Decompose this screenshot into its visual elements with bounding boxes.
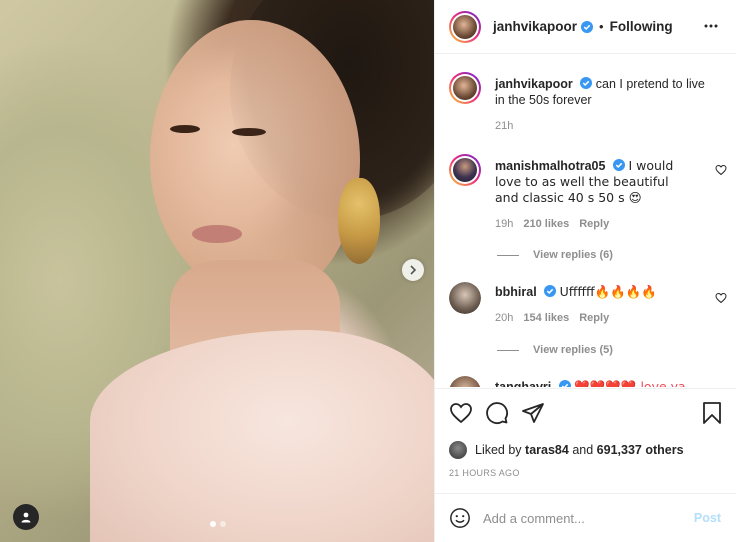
comment-username[interactable]: manishmalhotra05 <box>495 159 605 173</box>
comment-text: ❤️❤️❤️❤️ love ya <box>574 379 686 387</box>
comment-time: 20h <box>495 312 514 324</box>
comments-list[interactable]: janhvikapoor can I pretend to live in th… <box>435 55 736 387</box>
comment-meta: 19h 210 likes Reply <box>495 218 609 230</box>
photo-earring <box>338 178 380 264</box>
likes-count[interactable]: 691,337 others <box>597 443 684 457</box>
verified-badge-icon <box>580 77 593 89</box>
post-timestamp[interactable]: 21 HOURS AGO <box>449 468 520 478</box>
view-replies-label: View replies (6) <box>533 249 613 261</box>
caption-username[interactable]: janhvikapoor <box>495 77 573 91</box>
comment-username[interactable]: tanghavri <box>495 380 551 387</box>
comment-like-icon[interactable] <box>715 292 727 304</box>
author-username[interactable]: janhvikapoor <box>493 19 577 34</box>
verified-badge-icon <box>544 285 557 297</box>
user-tag-button[interactable] <box>13 504 39 530</box>
author-avatar[interactable] <box>449 10 481 43</box>
view-replies-label: View replies (5) <box>533 344 613 356</box>
comment-likes[interactable]: 154 likes <box>523 312 569 324</box>
caption-text-block: janhvikapoor can I pretend to live in th… <box>495 76 709 108</box>
photo-face <box>150 20 360 300</box>
verified-badge-icon <box>581 20 594 33</box>
post-header: janhvikapoor • Following <box>435 0 736 54</box>
photo-lips <box>192 225 242 243</box>
comment-text-block: bbhiral Uffffff🔥🔥🔥🔥 <box>495 284 691 300</box>
comment-item: bbhiral Uffffff🔥🔥🔥🔥 20h 154 likes Reply <box>449 282 731 362</box>
comment-like-icon[interactable] <box>715 164 727 176</box>
header-separator: • <box>599 19 604 34</box>
following-button[interactable]: Following <box>610 19 673 34</box>
add-comment-input[interactable] <box>483 510 683 526</box>
caption-meta: 21h <box>495 120 513 132</box>
verified-badge-icon <box>612 159 625 171</box>
carousel-dot-2 <box>220 521 226 527</box>
view-replies-button[interactable]: View replies (5) <box>497 344 613 356</box>
comment-item: tanghavri ❤️❤️❤️❤️ love ya <box>449 376 731 387</box>
post-actions: Liked by taras84 and 691,337 others 21 H… <box>435 388 736 508</box>
comment-text-block: manishmalhotra05 I would love to as well… <box>495 158 691 206</box>
liker-username[interactable]: taras84 <box>525 443 569 457</box>
caption-avatar[interactable] <box>449 72 481 104</box>
comment-avatar[interactable] <box>449 282 481 314</box>
chevron-right-icon <box>410 265 417 275</box>
reply-button[interactable]: Reply <box>579 312 609 324</box>
post-photo[interactable] <box>0 0 434 542</box>
comment-icon[interactable] <box>485 401 509 425</box>
add-comment-bar: Post <box>435 493 736 542</box>
more-options-icon[interactable] <box>703 18 719 34</box>
liker-avatar[interactable] <box>449 441 467 459</box>
caption-item: janhvikapoor can I pretend to live in th… <box>449 72 731 142</box>
likes-summary: Liked by taras84 and 691,337 others <box>449 441 684 459</box>
comment-avatar[interactable] <box>449 376 481 387</box>
caption-time: 21h <box>495 120 514 132</box>
comment-text: Uffffff🔥🔥🔥🔥 <box>559 284 657 299</box>
photo-saree <box>90 330 434 542</box>
comment-time: 19h <box>495 218 514 230</box>
comment-text-block: tanghavri ❤️❤️❤️❤️ love ya <box>495 379 691 387</box>
photo-eye-right <box>232 128 266 136</box>
reply-button[interactable]: Reply <box>579 218 609 230</box>
comment-username[interactable]: bbhiral <box>495 285 537 299</box>
emoji-icon[interactable] <box>449 507 471 529</box>
share-icon[interactable] <box>521 401 545 425</box>
comment-likes[interactable]: 210 likes <box>523 218 569 230</box>
carousel-dot-1 <box>210 521 216 527</box>
comment-item: manishmalhotra05 I would love to as well… <box>449 154 731 274</box>
post-side-panel: janhvikapoor • Following janhvikapoor ca… <box>434 0 736 542</box>
comment-meta: 20h 154 likes Reply <box>495 312 609 324</box>
view-replies-button[interactable]: View replies (6) <box>497 249 613 261</box>
heart-icon[interactable] <box>449 401 473 425</box>
carousel-dots <box>210 521 226 527</box>
bookmark-icon[interactable] <box>701 401 723 425</box>
likes-and: and <box>572 443 594 457</box>
user-tag-icon <box>21 512 31 523</box>
replies-divider <box>497 349 519 351</box>
photo-eye-left <box>170 125 200 133</box>
likes-prefix: Liked by <box>475 443 522 457</box>
post-comment-button[interactable]: Post <box>694 511 721 525</box>
comment-avatar[interactable] <box>449 154 481 186</box>
instagram-post: janhvikapoor • Following janhvikapoor ca… <box>0 0 736 542</box>
carousel-next-button[interactable] <box>402 259 424 281</box>
verified-badge-icon <box>558 380 571 387</box>
replies-divider <box>497 254 519 256</box>
